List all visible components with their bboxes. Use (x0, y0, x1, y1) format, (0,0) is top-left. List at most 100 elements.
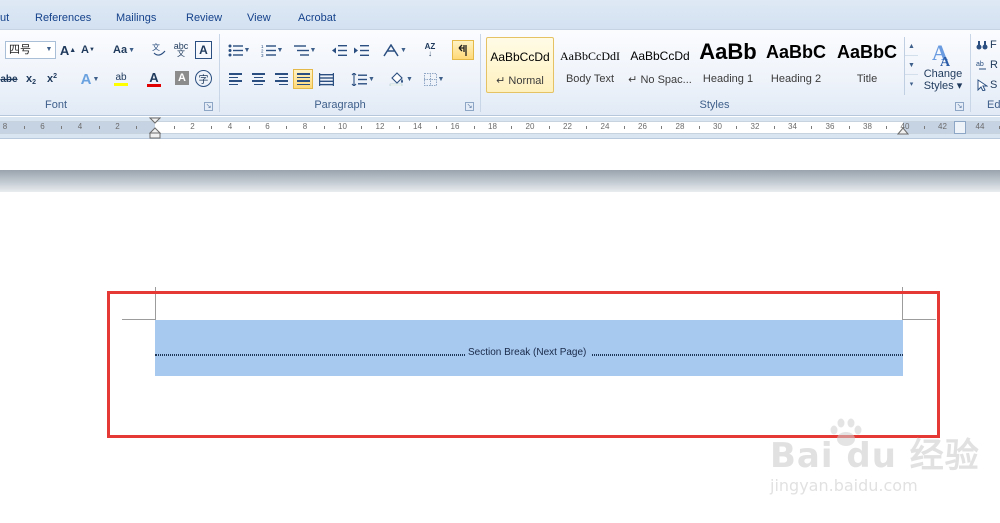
align-right-button[interactable] (272, 70, 290, 88)
styles-gallery-scroll: ▲ ▼ ▾ (904, 37, 918, 95)
ruler-tick (173, 126, 175, 129)
style-name: ↵ Normal (496, 75, 544, 87)
increase-indent-button[interactable] (352, 41, 370, 59)
select-button[interactable]: S (976, 76, 1000, 94)
text-highlight-button[interactable]: ab (106, 70, 136, 88)
borders-icon (423, 72, 437, 86)
grow-font-button[interactable]: A ▲ (60, 41, 76, 59)
sort-button[interactable]: AZ ↓ (420, 41, 440, 59)
style-title[interactable]: AaBbC Title (835, 37, 899, 93)
enclose-characters-button[interactable]: 字 (195, 70, 212, 87)
change-styles-button[interactable]: A A Change Styles ▾ (920, 34, 966, 96)
ruler-tick (886, 126, 888, 129)
style-name: Title (856, 73, 878, 85)
chevron-down-icon: ▼ (309, 46, 317, 54)
line-spacing-button[interactable]: ▼ (349, 70, 377, 88)
justify-button[interactable] (293, 69, 313, 89)
shading-button[interactable]: ▼ (387, 70, 415, 88)
ruler-tick-label: 10 (338, 122, 347, 131)
ruler-tick (511, 126, 513, 129)
pinyin-button[interactable]: abc 文 (172, 41, 190, 59)
styles-dialog-launcher-icon[interactable]: ↘ (955, 102, 964, 111)
ruler-tick (848, 126, 850, 129)
find-button[interactable]: F (976, 36, 1000, 54)
distributed-button[interactable] (317, 70, 335, 88)
superscript-button[interactable]: x2 (44, 70, 60, 88)
styles-gallery: AaBbCcDd ↵ Normal AaBbCcDdI Body Text Aa… (485, 37, 905, 95)
numbering-button[interactable]: 123 ▼ (259, 41, 285, 59)
shrink-font-button[interactable]: A ▼ (80, 41, 96, 59)
ruler-tick-label: 4 (77, 122, 83, 131)
group-separator (480, 34, 481, 112)
clear-format-button[interactable]: A (195, 41, 212, 59)
ruler-tick (61, 126, 63, 129)
style-normal[interactable]: AaBbCcDd ↵ Normal (486, 37, 554, 93)
multilevel-list-icon (293, 44, 309, 56)
style-no-spacing[interactable]: AaBbCcDd ↵ No Spac... (626, 37, 694, 93)
phonetic-guide-button[interactable]: 文 (150, 41, 168, 59)
ruler-tick-label: 36 (825, 122, 835, 131)
bullets-button[interactable]: ▼ (226, 41, 252, 59)
style-heading-2[interactable]: AaBbC Heading 2 (765, 37, 827, 93)
tab-view[interactable]: View (247, 12, 271, 24)
chinese-layout-icon (383, 43, 399, 56)
gallery-scroll-down-icon[interactable]: ▼ (905, 56, 918, 75)
ruler-toggle-icon[interactable] (954, 121, 966, 134)
ruler-tick-label: 4 (227, 122, 233, 131)
style-name: Body Text (565, 73, 615, 85)
tab-references[interactable]: References (35, 12, 91, 24)
ruler-tick-label: 34 (788, 122, 797, 131)
ruler-tick-label: 2 (115, 122, 120, 131)
replace-icon: ab (976, 61, 986, 70)
tab-layout[interactable]: ut (0, 12, 9, 24)
font-size-combo[interactable]: 四号 ▼ (5, 41, 56, 59)
ruler-tick (286, 126, 288, 129)
replace-button[interactable]: ab R (976, 56, 1000, 74)
borders-button[interactable]: ▼ (420, 70, 448, 88)
paragraph-dialog-launcher-icon[interactable]: ↘ (465, 102, 474, 111)
change-case-button[interactable]: Aa ▼ (111, 41, 137, 59)
justify-icon (296, 73, 310, 85)
indent-marker-icon[interactable] (149, 117, 161, 139)
font-dialog-launcher-icon[interactable]: ↘ (204, 102, 213, 111)
ruler-tick-label: 2 (190, 122, 195, 131)
change-styles-label-2: Styles ▾ (924, 80, 963, 92)
style-sample: AaBbCcDdI (560, 49, 620, 63)
right-indent-marker-icon[interactable] (897, 123, 909, 135)
strikethrough-button[interactable]: abe (0, 70, 18, 88)
subscript-button[interactable]: x2 (23, 70, 39, 88)
ruler-tick (623, 126, 625, 129)
ruler-tick (698, 126, 700, 129)
tab-mailings[interactable]: Mailings (116, 12, 156, 24)
page-boundary-shadow (0, 170, 1000, 192)
character-shading-button[interactable]: A (175, 71, 189, 85)
binoculars-icon (976, 41, 988, 50)
style-sample: AaBb (699, 39, 757, 64)
gallery-scroll-up-icon[interactable]: ▲ (905, 37, 918, 56)
show-formatting-marks-button[interactable] (452, 40, 474, 60)
ruler-tick (136, 126, 138, 129)
style-body-text[interactable]: AaBbCcDdI Body Text (558, 37, 622, 93)
gallery-more-icon[interactable]: ▾ (905, 75, 918, 94)
align-left-button[interactable] (226, 70, 244, 88)
text-effects-label: A (80, 70, 92, 88)
paint-bucket-icon (389, 72, 404, 86)
align-center-button[interactable] (249, 70, 267, 88)
decrease-indent-button[interactable] (330, 41, 348, 59)
chevron-down-icon: ▼ (243, 46, 251, 54)
chinese-layout-button[interactable]: ▼ (381, 41, 409, 59)
group-separator (219, 34, 220, 112)
caret-up-icon: ▲ (69, 46, 77, 54)
tab-acrobat[interactable]: Acrobat (298, 12, 336, 24)
style-heading-1[interactable]: AaBb Heading 1 (697, 37, 759, 93)
chevron-down-icon: ▼ (437, 75, 445, 83)
ruler-tick (436, 126, 438, 129)
tab-review[interactable]: Review (186, 12, 222, 24)
font-color-label: A (149, 69, 159, 85)
ruler-tick-label: 32 (750, 122, 760, 131)
ruler-tick-label: 14 (413, 122, 422, 131)
font-color-button[interactable]: A (140, 70, 168, 88)
text-effects-button[interactable]: A ▼ (76, 70, 104, 88)
font-size-value: 四号 (9, 44, 31, 56)
multilevel-list-button[interactable]: ▼ (292, 41, 318, 59)
